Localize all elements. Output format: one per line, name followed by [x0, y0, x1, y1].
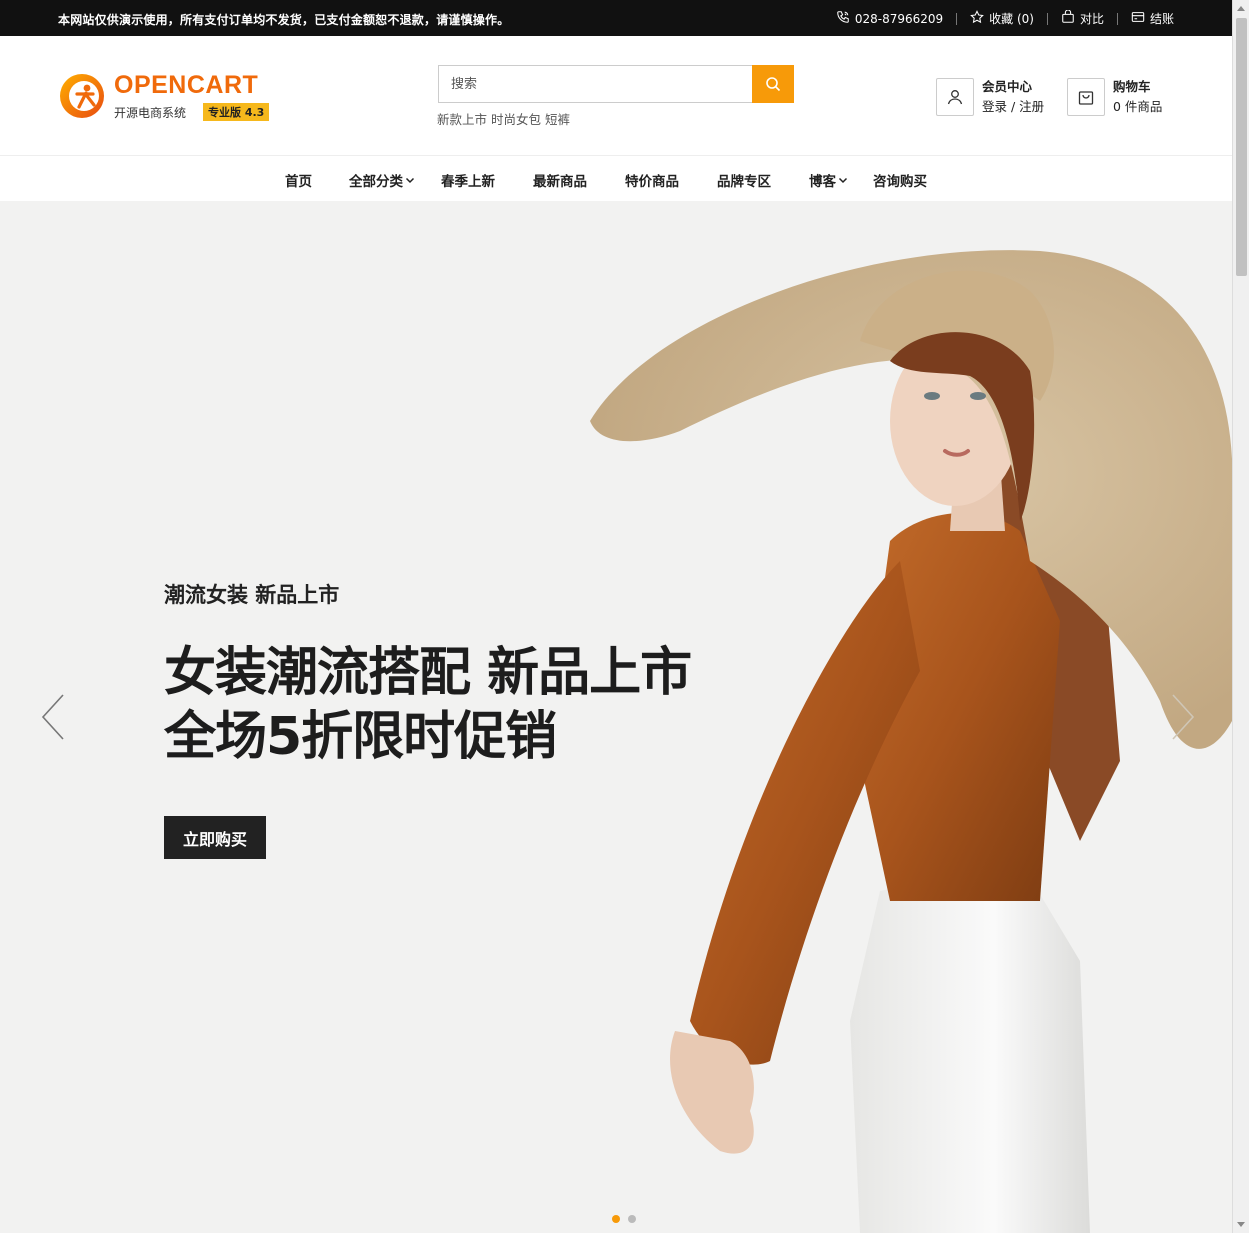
nav-label: 春季上新: [441, 174, 495, 190]
logo-subtitle: 开源电商系统: [114, 106, 187, 120]
site-header: OPENCART 开源电商系统 专业版 4.3 新款上市 时尚女包 短裤 会员中…: [0, 36, 1232, 156]
logo-mark-icon: [60, 74, 104, 118]
cart-text: 购物车 0 件商品: [1113, 77, 1162, 117]
nav-label: 全部分类: [349, 174, 403, 190]
wishlist-label: 收藏 (0): [989, 12, 1034, 26]
login-register-link[interactable]: 登录 / 注册: [982, 97, 1044, 117]
divider: [1046, 12, 1048, 25]
page-scrollbar[interactable]: [1232, 0, 1249, 1233]
slider-dot[interactable]: [612, 1215, 620, 1223]
nav-label: 首页: [285, 174, 312, 190]
hotword-link[interactable]: 新款上市: [437, 109, 487, 128]
logo-version-badge: 专业版 4.3: [203, 103, 270, 121]
account-icon-box[interactable]: [936, 78, 974, 116]
chevron-down-icon: [838, 177, 848, 184]
checkout-label: 结账: [1149, 12, 1174, 26]
main-nav: 首页 全部分类 春季上新 最新商品 特价商品 品牌专区 博客 咨询购买: [0, 157, 1232, 201]
nav-label: 品牌专区: [717, 174, 771, 190]
phone-number: 028-87966209: [854, 11, 944, 26]
nav-item-brands[interactable]: 品牌专区: [717, 170, 771, 190]
slider-next-arrow-icon[interactable]: [1170, 693, 1196, 741]
nav-label: 博客: [809, 174, 836, 190]
top-links: 028-87966209 收藏 (0) 对比 结账: [836, 9, 1174, 27]
nav-item-specials[interactable]: 特价商品: [625, 170, 679, 190]
slider-pagination: [612, 1215, 636, 1223]
nav-item-blog[interactable]: 博客: [809, 170, 848, 190]
star-icon: [970, 10, 984, 27]
cart-title: 购物车: [1113, 79, 1151, 94]
nav-item-inquiry[interactable]: 咨询购买: [873, 170, 927, 190]
chevron-down-icon: [405, 177, 415, 184]
logo-brand: OPENCART: [114, 71, 259, 99]
nav-item-latest[interactable]: 最新商品: [533, 170, 587, 190]
nav-label: 特价商品: [625, 174, 679, 190]
nav-item-all-categories[interactable]: 全部分类: [349, 170, 415, 190]
top-bar: 本网站仅供演示使用，所有支付订单均不发货，已支付金额恕不退款，请谨慎操作。 02…: [0, 0, 1232, 36]
search-box: [438, 65, 794, 103]
card-icon: [1131, 10, 1145, 27]
slider-dot[interactable]: [628, 1215, 636, 1223]
slider-prev-arrow-icon[interactable]: [40, 693, 66, 741]
search-icon: [766, 77, 781, 92]
nav-label: 最新商品: [533, 174, 587, 190]
cart-icon-box[interactable]: [1067, 78, 1105, 116]
divider: [956, 12, 958, 25]
nav-label: 咨询购买: [873, 174, 927, 190]
cart-widget[interactable]: 购物车 0 件商品: [1067, 77, 1162, 117]
phone-icon: [836, 10, 850, 27]
scroll-up-arrow-icon[interactable]: [1237, 6, 1245, 11]
divider: [1116, 12, 1118, 25]
cart-count: 0 件商品: [1113, 99, 1163, 114]
scrollbar-thumb[interactable]: [1236, 18, 1247, 276]
search-input[interactable]: [439, 66, 753, 102]
hero-headline-line: 女装潮流搭配 新品上市: [164, 643, 692, 703]
compare-label: 对比: [1079, 12, 1104, 26]
buy-now-button[interactable]: 立即购买: [164, 816, 266, 859]
account-title: 会员中心: [982, 79, 1033, 94]
wishlist-link[interactable]: 收藏 (0): [970, 10, 1034, 27]
compare-link[interactable]: 对比: [1061, 9, 1104, 27]
site-logo[interactable]: OPENCART 开源电商系统 专业版 4.3: [57, 70, 272, 124]
checkout-link[interactable]: 结账: [1131, 10, 1174, 27]
account-text: 会员中心 登录 / 注册: [982, 77, 1044, 117]
compare-icon: [1061, 9, 1075, 27]
hotword-link[interactable]: 短裤: [545, 109, 570, 128]
hero-headline: 女装潮流搭配 新品上市 全场5折限时促销: [164, 641, 692, 769]
nav-item-home[interactable]: 首页: [285, 170, 312, 190]
search-hotwords: 新款上市 时尚女包 短裤: [437, 109, 570, 128]
nav-item-spring-new[interactable]: 春季上新: [441, 170, 495, 190]
phone-link[interactable]: 028-87966209: [836, 10, 943, 27]
shopping-bag-icon: [1078, 91, 1094, 105]
hero-headline-line: 全场5折限时促销: [164, 707, 557, 767]
hero-subheading: 潮流女装 新品上市: [164, 583, 340, 607]
account-widget[interactable]: 会员中心 登录 / 注册: [936, 77, 1044, 117]
scroll-down-arrow-icon[interactable]: [1237, 1222, 1245, 1227]
demo-notice: 本网站仅供演示使用，所有支付订单均不发货，已支付金额恕不退款，请谨慎操作。: [58, 13, 510, 27]
user-icon: [947, 90, 963, 105]
hero-slider: 潮流女装 新品上市 女装潮流搭配 新品上市 全场5折限时促销 立即购买: [0, 201, 1232, 1233]
search-button[interactable]: [752, 65, 794, 103]
hotword-link[interactable]: 时尚女包: [491, 109, 541, 128]
